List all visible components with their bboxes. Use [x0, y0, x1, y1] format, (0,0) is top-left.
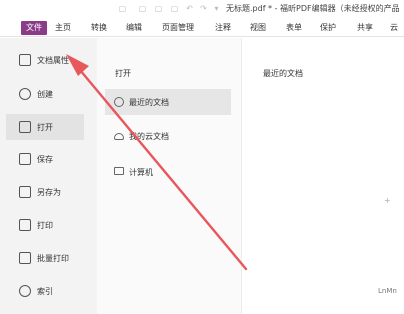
save-quick-icon[interactable]: ▢: [154, 4, 163, 13]
nav-label: 保存: [37, 155, 53, 164]
open-recent-documents[interactable]: 最近的文档: [105, 89, 231, 115]
nav-print[interactable]: 打印: [0, 211, 97, 239]
open-computer[interactable]: 计算机: [105, 159, 231, 185]
print-icon: [19, 219, 31, 231]
nav-index[interactable]: 索引: [0, 277, 97, 305]
nav-batch-print[interactable]: 批量打印: [0, 244, 97, 272]
nav-label: 打印: [37, 221, 53, 230]
open-panel-title: 打开: [115, 69, 131, 78]
tab-convert[interactable]: 转换: [91, 21, 107, 35]
tab-view[interactable]: 视图: [250, 21, 266, 35]
nav-create[interactable]: 创建: [0, 80, 97, 108]
backstage-nav: 文档属性 创建 打开 保存 另存为 打印 批量打印 索引: [0, 38, 97, 314]
nav-open[interactable]: 打开: [0, 113, 97, 141]
computer-icon: [114, 167, 124, 175]
watermark-text: LnMn: [378, 287, 397, 295]
tab-file[interactable]: 文件: [21, 21, 47, 35]
app-logo-icon[interactable]: ▢: [118, 4, 127, 13]
recent-documents-pane: 最近的文档 + LnMn: [243, 38, 404, 314]
index-icon: [19, 285, 31, 297]
nav-save[interactable]: 保存: [0, 145, 97, 173]
title-bar: ▢ ▢ ▢ ▢ ↶ ↷ ▾ 无标题.pdf * - 福昕PDF编辑器（未经授权的…: [0, 0, 404, 18]
tab-share[interactable]: 共享: [357, 21, 373, 35]
batch-print-icon: [19, 252, 31, 264]
ribbon-tabs: 文件 主页 转换 编辑 页面管理 注释 视图 表单 保护 共享 云: [0, 18, 404, 37]
open-options-panel: 打开 最近的文档 我的云文档 计算机: [97, 38, 242, 314]
clock-icon: [114, 97, 124, 107]
nav-label: 创建: [37, 90, 53, 99]
open-my-cloud-documents[interactable]: 我的云文档: [105, 123, 231, 149]
nav-save-as[interactable]: 另存为: [0, 178, 97, 206]
tab-protect[interactable]: 保护: [320, 21, 336, 35]
tab-comment[interactable]: 注释: [215, 21, 231, 35]
window-title: 无标题.pdf * - 福昕PDF编辑器（未经授权的产品: [226, 4, 400, 13]
plus-mark: +: [384, 196, 391, 205]
nav-label: 文档属性: [37, 56, 69, 65]
tab-home[interactable]: 主页: [55, 21, 71, 35]
tab-page-management[interactable]: 页面管理: [162, 21, 194, 35]
open-option-label: 我的云文档: [129, 132, 169, 141]
undo-icon[interactable]: ↶: [185, 4, 194, 13]
redo-icon[interactable]: ↷: [199, 4, 208, 13]
tab-cloud[interactable]: 云: [390, 21, 398, 35]
nav-label: 另存为: [37, 188, 61, 197]
save-icon: [19, 153, 31, 165]
save-as-icon: [19, 186, 31, 198]
nav-label: 索引: [37, 287, 53, 296]
print-quick-icon[interactable]: ▢: [170, 4, 179, 13]
cloud-icon: [114, 133, 124, 140]
nav-label: 打开: [37, 123, 53, 132]
create-icon: [19, 88, 31, 100]
nav-label: 批量打印: [37, 254, 69, 263]
tab-edit[interactable]: 编辑: [126, 21, 142, 35]
new-icon[interactable]: ▢: [138, 4, 147, 13]
tab-form[interactable]: 表单: [286, 21, 302, 35]
document-properties-icon: [19, 54, 31, 66]
open-option-label: 计算机: [129, 168, 153, 177]
open-option-label: 最近的文档: [129, 98, 169, 107]
open-folder-icon: [19, 121, 31, 133]
recent-documents-title: 最近的文档: [263, 69, 303, 78]
nav-document-properties[interactable]: 文档属性: [0, 46, 97, 74]
customize-toolbar-icon[interactable]: ▾: [212, 4, 221, 13]
